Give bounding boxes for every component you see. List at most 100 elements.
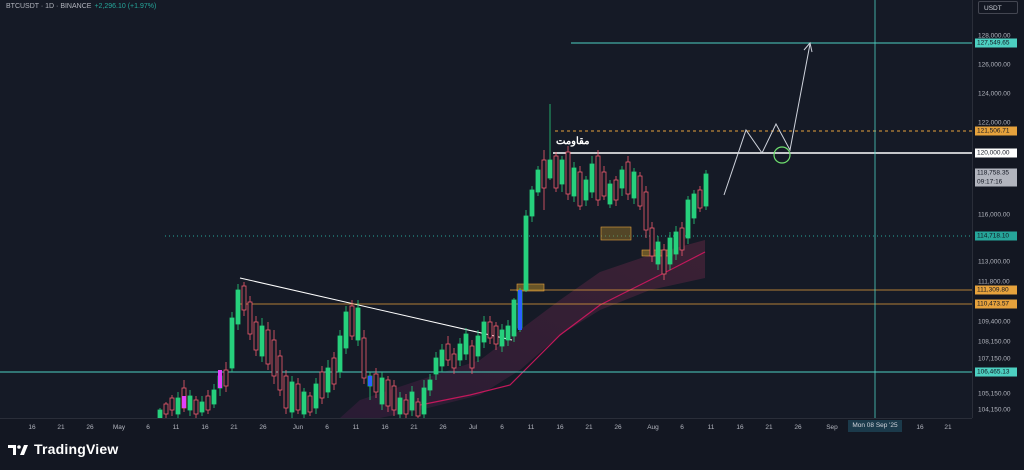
candle-body <box>463 333 469 355</box>
candle-body <box>277 355 283 391</box>
candle-body <box>679 227 685 251</box>
highlighted-candle <box>368 376 372 386</box>
time-axis-label: 21 <box>585 424 593 431</box>
time-axis-label: 26 <box>86 424 94 431</box>
candle-body <box>385 379 391 407</box>
candle-body <box>553 155 559 189</box>
candle-body <box>373 373 379 393</box>
candle-body <box>361 337 367 379</box>
resistance-price-tag: 120,000.00 <box>975 148 1017 158</box>
price-axis-label: 105,150.00 <box>978 390 1011 398</box>
candle-body <box>433 357 439 375</box>
order-block-1 <box>516 283 545 292</box>
candle-body <box>481 321 487 343</box>
time-axis-label: 21 <box>410 424 418 431</box>
candle-body <box>541 159 547 189</box>
time-axis-label: 21 <box>765 424 773 431</box>
tradingview-logo-icon <box>8 445 28 455</box>
candle-body <box>325 367 331 393</box>
candle-body <box>691 193 697 219</box>
candle-body <box>169 397 175 411</box>
candle-body <box>601 171 607 197</box>
candle-body <box>211 389 217 405</box>
price-axis-label: 124,000.00 <box>978 90 1011 98</box>
time-axis-label: Sep <box>826 424 838 431</box>
candle-body <box>421 387 427 415</box>
candle-body <box>619 169 625 189</box>
candle-body <box>439 349 445 367</box>
candle-body <box>643 191 649 231</box>
candle-body <box>583 179 589 201</box>
time-axis-label: 11 <box>352 424 360 431</box>
candle-body <box>505 325 511 341</box>
symbol-info: BTCUSDT · 1D · BINANCE +2,296.10 (+1.97%) <box>6 3 156 10</box>
candle-body <box>499 329 505 347</box>
candle-body <box>529 189 535 217</box>
candle-body <box>571 167 577 197</box>
time-axis-label: 6 <box>500 424 504 431</box>
candle-body <box>289 381 295 413</box>
candle-body <box>271 339 277 377</box>
time-axis-label: 11 <box>527 424 535 431</box>
candle-body <box>565 151 571 195</box>
candle-body <box>241 285 247 311</box>
time-axis-label: 11 <box>707 424 715 431</box>
time-axis-label: Aug <box>647 424 659 431</box>
time-axis-label: 11 <box>172 424 180 431</box>
time-axis-label: 16 <box>28 424 36 431</box>
time-axis-label: 21 <box>57 424 65 431</box>
candle-body <box>265 329 271 365</box>
candle-body <box>547 159 553 179</box>
time-axis-label: 6 <box>325 424 329 431</box>
price-axis-label: 113,000.00 <box>978 258 1011 266</box>
candle-body <box>301 391 307 415</box>
candle-body <box>355 307 361 341</box>
projection-arrowhead <box>803 41 813 53</box>
candle-body <box>259 325 265 357</box>
price-change: +2,296.10 (+1.97%) <box>94 3 157 10</box>
candle-body <box>589 163 595 193</box>
time-axis-label: Jul <box>468 424 478 431</box>
candle-body <box>229 317 235 369</box>
candle-body <box>379 377 385 405</box>
candle-body <box>511 299 517 337</box>
price-axis-label: 104,150.00 <box>978 406 1011 414</box>
candle-body <box>295 383 301 411</box>
candle-body <box>397 397 403 415</box>
candle-body <box>343 311 349 349</box>
candle-body <box>685 199 691 239</box>
candle-body <box>625 161 631 195</box>
time-axis-label: 16 <box>381 424 389 431</box>
time-axis-label: 26 <box>614 424 622 431</box>
order-block-2 <box>600 226 632 241</box>
tradingview-logo[interactable]: TradingView <box>8 441 118 457</box>
highlighted-candle <box>182 396 186 408</box>
candle-body <box>331 357 337 385</box>
candle-body <box>427 379 433 391</box>
support1-price-tag: 114,718.10 <box>975 231 1017 241</box>
candle-body <box>577 171 583 207</box>
candle-body <box>247 301 253 335</box>
price-axis-label: 122,000.00 <box>978 119 1011 127</box>
candle-body <box>649 227 655 257</box>
highlighted-candle <box>218 370 222 388</box>
candle-body <box>313 383 319 409</box>
price-chart[interactable] <box>0 0 972 418</box>
time-axis-label: 16 <box>736 424 744 431</box>
time-axis-label: 21 <box>230 424 238 431</box>
price-axis-label: 108,150.00 <box>978 338 1011 346</box>
candle-body <box>337 335 343 373</box>
time-axis-label: Jun <box>292 424 304 431</box>
time-axis-label: 26 <box>439 424 447 431</box>
price-axis-label: 126,000.00 <box>978 61 1011 69</box>
time-axis-label: 26 <box>794 424 802 431</box>
candle-body <box>469 345 475 369</box>
candle-body <box>235 289 241 325</box>
brand-name: TradingView <box>34 441 119 457</box>
candle-body <box>157 409 163 418</box>
currency-button[interactable]: USDT <box>978 1 1018 14</box>
candle-body <box>559 159 565 185</box>
candle-body <box>451 353 457 369</box>
candle-body <box>697 189 703 209</box>
candle-body <box>655 241 661 265</box>
